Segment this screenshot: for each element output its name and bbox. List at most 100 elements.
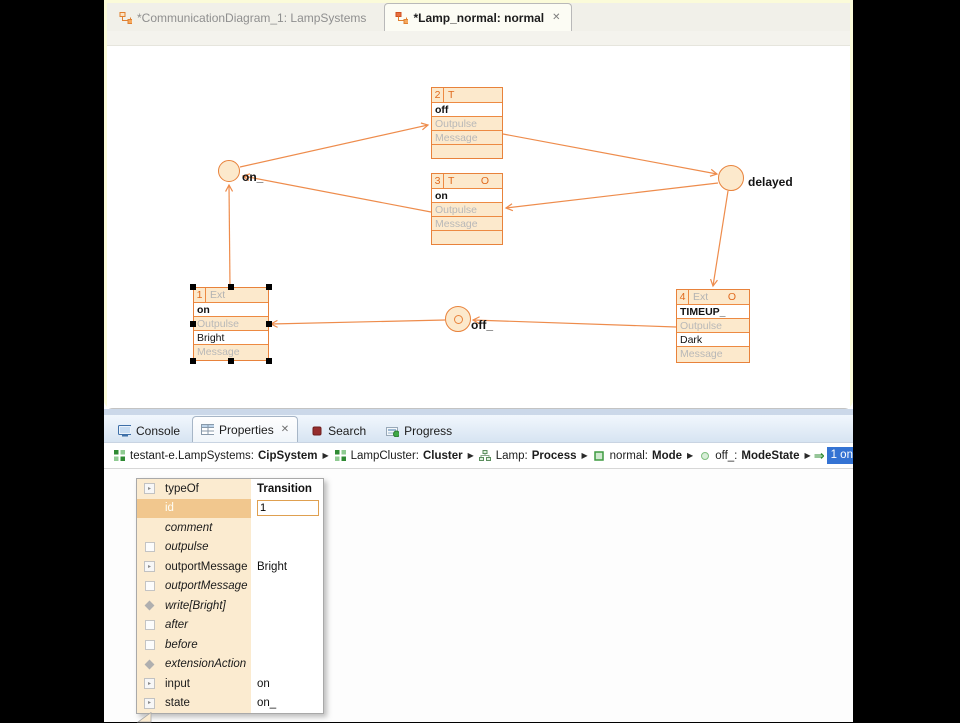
checkbox-icon[interactable] — [145, 581, 155, 591]
editor-tab-communication-diagram[interactable]: *CommunicationDiagram_1: LampSystems — [109, 5, 376, 31]
property-row-write-bright[interactable]: write[Bright] — [137, 596, 323, 616]
selection-handle[interactable] — [228, 358, 234, 364]
transition-box-3[interactable]: 3 T O on Outpulse Message — [431, 173, 503, 245]
chevron-right-icon: ▶ — [582, 451, 588, 460]
breadcrumb-item-modestate[interactable]: off_:ModeState — [698, 450, 799, 462]
edge-on-to-t2[interactable] — [240, 125, 428, 167]
properties-content: ▸ typeOf Transition id comment — [104, 469, 853, 722]
transition-input: on — [432, 189, 502, 203]
breadcrumb-name: testant-e.LampSystems: — [130, 450, 254, 462]
close-icon[interactable]: ✕ — [552, 12, 560, 23]
property-row-after[interactable]: after — [137, 616, 323, 636]
property-row-outportmessage-2[interactable]: outportMessage — [137, 577, 323, 597]
tab-search[interactable]: Search — [302, 420, 374, 442]
close-icon[interactable]: ✕ — [281, 424, 289, 435]
panel-tab-label: Console — [136, 424, 180, 438]
property-row-id[interactable]: id — [137, 499, 323, 519]
edge-t3-to-on[interactable] — [243, 176, 431, 212]
state-delayed[interactable] — [718, 165, 744, 191]
property-row-comment[interactable]: comment — [137, 518, 323, 538]
chevron-right-icon: ▶ — [322, 451, 328, 460]
tab-console[interactable]: Console — [110, 420, 188, 442]
checkbox-icon[interactable] — [145, 620, 155, 630]
breadcrumb-item-cluster[interactable]: LampCluster:Cluster — [334, 450, 463, 462]
editor-tab-lamp-normal[interactable]: *Lamp_normal: normal ✕ — [384, 3, 571, 31]
transition-header: 2 T — [432, 88, 502, 103]
selection-handle[interactable] — [266, 321, 272, 327]
transition-flag: O — [728, 291, 736, 303]
property-row-extensionaction[interactable]: extensionAction — [137, 655, 323, 675]
edge-t1-to-on[interactable] — [229, 185, 230, 287]
edge-t2-to-delayed[interactable] — [503, 134, 717, 174]
breadcrumb-type: CipSystem — [258, 450, 317, 462]
editor-toolbar — [107, 31, 850, 46]
breadcrumb-name: off_: — [715, 450, 737, 462]
edge-t4-to-off[interactable] — [473, 320, 676, 327]
mode-icon — [593, 451, 606, 461]
message-label: Message — [677, 347, 749, 361]
expand-icon[interactable]: ▸ — [144, 678, 155, 689]
property-row-state[interactable]: ▸ state on_ — [137, 694, 323, 714]
edge-off-to-t1[interactable] — [271, 320, 445, 324]
transition-flag: O — [481, 175, 489, 187]
property-row-input[interactable]: ▸ input on — [137, 674, 323, 694]
progress-icon — [386, 426, 399, 437]
transition-kind: T — [448, 89, 454, 101]
diagram-icon — [395, 11, 408, 25]
property-row-typeof[interactable]: ▸ typeOf Transition — [137, 479, 323, 499]
property-row-outportmessage[interactable]: ▸ outportMessage Bright — [137, 557, 323, 577]
transition-output-message: Dark — [677, 333, 749, 347]
transition-output-message: Bright — [194, 331, 268, 345]
chevron-right-icon: ▶ — [805, 451, 811, 460]
breadcrumb: testant-e.LampSystems: CipSystem ▶ LampCl… — [104, 443, 853, 469]
checkbox-icon[interactable] — [145, 542, 155, 552]
expand-icon[interactable]: ▸ — [144, 698, 155, 709]
message-label: Message — [432, 131, 502, 145]
breadcrumb-name: 1 on: — [831, 449, 853, 461]
breadcrumb-name: normal: — [610, 450, 648, 462]
breadcrumb-item-process[interactable]: Lamp:Process — [479, 450, 577, 462]
expand-icon[interactable]: ▸ — [144, 483, 155, 494]
diagram-canvas[interactable]: 2 T off Outpulse Message 3 T O on Outpul… — [107, 46, 850, 408]
breadcrumb-name: LampCluster: — [351, 450, 419, 462]
selection-handle[interactable] — [266, 358, 272, 364]
selection-handle[interactable] — [190, 358, 196, 364]
expand-icon[interactable]: ▸ — [144, 561, 155, 572]
transition-box-body — [432, 231, 502, 244]
breadcrumb-type: Process — [532, 450, 577, 462]
bottom-panel: Console Properties ✕ Search Progress — [104, 415, 853, 720]
selection-handle[interactable] — [266, 284, 272, 290]
breadcrumb-item-mode[interactable]: normal:Mode — [593, 450, 682, 462]
selection-handle[interactable] — [228, 284, 234, 290]
transition-box-1[interactable]: 1 Ext on Outpulse Bright Message — [193, 287, 269, 361]
transition-input: TIMEUP_ — [677, 305, 749, 319]
edge-delayed-to-t3[interactable] — [506, 183, 718, 208]
chevron-right-icon: ▶ — [687, 451, 693, 460]
transition-box-4[interactable]: 4 Ext O TIMEUP_ Outpulse Dark Message — [676, 289, 750, 363]
selection-handle[interactable] — [190, 321, 196, 327]
modestate-icon — [698, 451, 711, 461]
transition-header: 3 T O — [432, 174, 502, 189]
property-row-outpulse[interactable]: outpulse — [137, 538, 323, 558]
outpulse-label: Outpulse — [432, 117, 502, 131]
diamond-icon — [145, 601, 155, 611]
console-icon — [118, 425, 131, 437]
transition-box-2[interactable]: 2 T off Outpulse Message — [431, 87, 503, 159]
tab-properties[interactable]: Properties ✕ — [192, 416, 298, 442]
breadcrumb-item-cipsystem[interactable]: testant-e.LampSystems: CipSystem — [113, 450, 317, 462]
transition-number: 1 — [194, 288, 206, 302]
checkbox-icon[interactable] — [145, 640, 155, 650]
id-input[interactable] — [257, 500, 319, 516]
edge-delayed-to-t4[interactable] — [713, 191, 728, 286]
tab-progress[interactable]: Progress — [378, 420, 460, 442]
outpulse-label: Outpulse — [194, 317, 268, 331]
selection-handle[interactable] — [190, 284, 196, 290]
cluster-icon — [334, 450, 347, 461]
state-on[interactable] — [218, 160, 240, 182]
message-label: Message — [432, 217, 502, 231]
process-icon — [479, 450, 492, 461]
state-off[interactable] — [445, 306, 471, 332]
editor-tab-label: *CommunicationDiagram_1: LampSystems — [137, 11, 366, 25]
property-row-before[interactable]: before — [137, 635, 323, 655]
breadcrumb-item-transition[interactable]: 1 on:Transition — [827, 447, 853, 464]
